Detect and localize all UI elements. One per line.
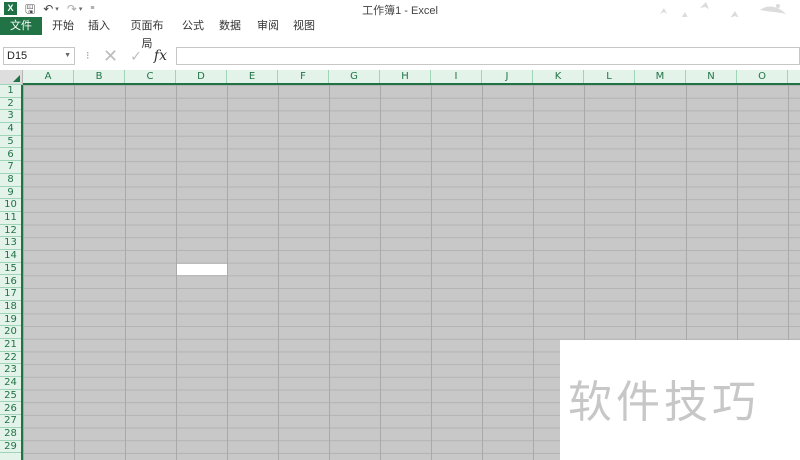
row-header-10[interactable]: 10 (0, 199, 21, 212)
enter-icon[interactable]: ✓ (130, 48, 142, 65)
column-header-e[interactable]: E (227, 70, 278, 83)
name-box-value: D15 (7, 50, 28, 62)
formula-input[interactable] (176, 47, 800, 65)
tab-view[interactable]: 视图 (291, 17, 317, 35)
column-header-c[interactable]: C (125, 70, 176, 83)
tab-home[interactable]: 开始 (50, 17, 76, 35)
tab-review[interactable]: 审阅 (255, 17, 281, 35)
row-header-24[interactable]: 24 (0, 377, 21, 390)
row-header-22[interactable]: 22 (0, 352, 21, 365)
row-header-15[interactable]: 15 (0, 263, 21, 276)
formula-buttons: ✕ ✓ fx (97, 46, 173, 67)
row-header-9[interactable]: 9 (0, 187, 21, 200)
row-header-26[interactable]: 26 (0, 403, 21, 416)
tab-page-layout[interactable]: 页面布局 (126, 17, 168, 50)
column-header-d[interactable]: D (176, 70, 227, 83)
row-header-11[interactable]: 11 (0, 212, 21, 225)
row-header-12[interactable]: 12 (0, 225, 21, 238)
row-header-8[interactable]: 8 (0, 174, 21, 187)
row-header-18[interactable]: 18 (0, 301, 21, 314)
column-header-k[interactable]: K (533, 70, 584, 83)
row-header-2[interactable]: 2 (0, 98, 21, 111)
row-header-14[interactable]: 14 (0, 250, 21, 263)
column-header-m[interactable]: M (635, 70, 686, 83)
name-box[interactable]: D15 ▼ (3, 47, 75, 65)
column-headers: ABCDEFGHIJKLMNO (23, 70, 800, 85)
row-header-4[interactable]: 4 (0, 123, 21, 136)
row-header-5[interactable]: 5 (0, 136, 21, 149)
row-header-6[interactable]: 6 (0, 149, 21, 162)
row-header-3[interactable]: 3 (0, 110, 21, 124)
row-header-21[interactable]: 21 (0, 339, 21, 352)
tab-file[interactable]: 文件 (0, 17, 42, 35)
column-header-l[interactable]: L (584, 70, 635, 83)
column-header-f[interactable]: F (278, 70, 329, 83)
row-header-29[interactable]: 29 (0, 441, 21, 454)
row-header-13[interactable]: 13 (0, 237, 21, 251)
column-header-h[interactable]: H (380, 70, 431, 83)
row-header-27[interactable]: 27 (0, 415, 21, 428)
cancel-icon[interactable]: ✕ (103, 46, 118, 67)
column-header-a[interactable]: A (23, 70, 74, 83)
watermark: 软件技巧 (560, 340, 800, 460)
row-header-7[interactable]: 7 (0, 161, 21, 174)
row-header-23[interactable]: 23 (0, 364, 21, 378)
column-header-o[interactable]: O (737, 70, 788, 83)
tab-formulas[interactable]: 公式 (180, 17, 206, 35)
row-header-16[interactable]: 16 (0, 276, 21, 289)
column-header-g[interactable]: G (329, 70, 380, 83)
tab-data[interactable]: 数据 (217, 17, 243, 35)
insert-function-icon[interactable]: fx (154, 48, 167, 64)
watermark-text: 软件技巧 (568, 377, 760, 428)
chevron-down-icon[interactable]: ▼ (64, 48, 71, 64)
column-header-i[interactable]: I (431, 70, 482, 83)
row-header-20[interactable]: 20 (0, 326, 21, 339)
active-cell[interactable] (177, 263, 227, 276)
row-headers: 1 2 3 4 5 6 7 8 9 10 11 12 13 14 15 16 17 18 19 20 21 22 23 24 2… (0, 85, 23, 460)
column-header-j[interactable]: J (482, 70, 533, 83)
tab-insert[interactable]: 插入 (86, 17, 112, 35)
row-header-28[interactable]: 28 (0, 428, 21, 441)
column-header-n[interactable]: N (686, 70, 737, 83)
row-header-19[interactable]: 19 (0, 314, 21, 327)
ribbon-tab-bar: 文件 开始 插入 页面布局 公式 数据 审阅 视图 (0, 17, 800, 50)
select-all-button[interactable] (0, 70, 23, 85)
row-header-25[interactable]: 25 (0, 390, 21, 403)
row-header-17[interactable]: 17 (0, 288, 21, 301)
formula-bar-grip-icon[interactable]: ⁝ (86, 49, 90, 62)
column-header-b[interactable]: B (74, 70, 125, 83)
row-header-1[interactable]: 1 (0, 85, 21, 98)
formula-bar: D15 ▼ ⁝ ✕ ✓ fx (0, 46, 800, 66)
